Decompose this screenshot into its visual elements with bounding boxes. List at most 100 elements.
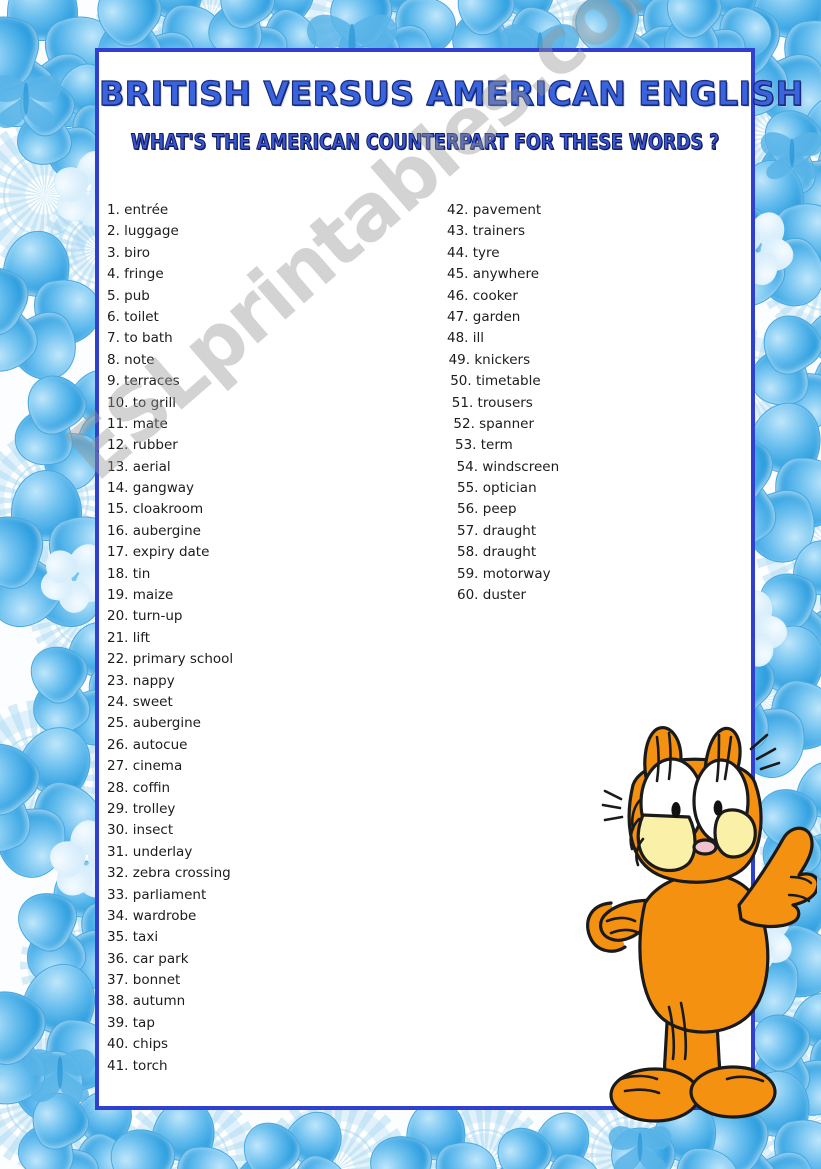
word-entry: 54. windscreen	[456, 458, 560, 475]
word-list-row: 12. rubber	[107, 437, 427, 458]
page-title: BRITISH VERSUS AMERICAN ENGLISH	[98, 73, 804, 113]
answer-blank-line[interactable]	[269, 1026, 421, 1028]
answer-blank-line[interactable]	[599, 534, 749, 536]
word-list-row: 45. anywhere	[437, 266, 749, 287]
word-list-row: 29. trolley	[107, 801, 427, 822]
word-list-row: 7. to bath	[107, 330, 427, 351]
answer-blank-line[interactable]	[599, 235, 749, 237]
answer-blank-line[interactable]	[269, 1048, 421, 1050]
answer-blank-line[interactable]	[269, 919, 421, 921]
answer-blank-line[interactable]	[269, 1112, 421, 1114]
word-list-row: 20. turn-up	[107, 608, 427, 629]
word-list-row	[437, 630, 747, 651]
answer-blank-line[interactable]	[599, 620, 749, 622]
answer-blank-line[interactable]	[269, 256, 421, 258]
answer-blank-line[interactable]	[599, 577, 749, 579]
answer-blank-line[interactable]	[599, 385, 749, 387]
answer-blank-line[interactable]	[269, 385, 421, 387]
answer-blank-line[interactable]	[269, 984, 421, 986]
answer-blank-line[interactable]	[269, 363, 421, 365]
word-list-row: 47. garden	[437, 309, 749, 330]
answer-blank-line[interactable]	[599, 342, 749, 344]
word-entry: 8. note	[107, 351, 155, 368]
answer-blank-line[interactable]	[269, 877, 421, 879]
word-entry: 43. trainers	[447, 223, 526, 240]
word-list-row: 21. lift	[107, 630, 427, 651]
answer-blank-line[interactable]	[269, 791, 421, 793]
word-list-row: 53. term	[437, 437, 749, 458]
answer-blank-line[interactable]	[599, 556, 749, 558]
word-list-row: 41. torch	[107, 1058, 427, 1079]
answer-blank-line[interactable]	[269, 577, 421, 579]
answer-blank-line[interactable]	[269, 427, 421, 429]
word-list-row: 34. wardrobe	[107, 908, 427, 929]
answer-blank-line[interactable]	[599, 449, 749, 451]
answer-blank-line[interactable]	[269, 278, 421, 280]
answer-blank-line[interactable]	[599, 278, 749, 280]
answer-blank-line[interactable]	[599, 470, 749, 472]
answer-blank-line[interactable]	[269, 770, 421, 772]
word-entry: 23. nappy	[107, 672, 175, 689]
answer-blank-line[interactable]	[269, 1005, 421, 1007]
answer-blank-line[interactable]	[599, 256, 749, 258]
word-list-row: 16. aubergine	[107, 523, 427, 544]
answer-blank-line[interactable]	[599, 427, 749, 429]
answer-blank-line[interactable]	[269, 599, 421, 601]
answer-blank-line[interactable]	[599, 513, 749, 515]
word-list-column-one: 1. entrée 2. luggage 3. biro 4. fringe 5. pu…	[107, 202, 427, 1122]
word-list-row: 43. trainers	[437, 223, 749, 244]
answer-blank-line[interactable]	[269, 513, 421, 515]
word-list-row: 26. autocue	[107, 737, 427, 758]
word-entry: 57. draught	[457, 522, 537, 539]
word-entry: 11. mate	[107, 415, 168, 432]
answer-blank-line[interactable]	[269, 235, 421, 237]
word-list-row: 55. optician	[437, 480, 749, 501]
answer-blank-line[interactable]	[269, 406, 421, 408]
answer-blank-line[interactable]	[269, 556, 421, 558]
word-entry: 29. trolley	[107, 800, 176, 817]
word-entry: 50. timetable	[450, 373, 541, 390]
answer-blank-line[interactable]	[269, 748, 421, 750]
answer-blank-line[interactable]	[599, 406, 749, 408]
word-list-row: 19. maize	[107, 587, 427, 608]
answer-blank-line[interactable]	[269, 492, 421, 494]
word-entry: 18. tin	[107, 565, 151, 582]
answer-blank-line[interactable]	[269, 705, 421, 707]
word-entry: 58. draught	[457, 544, 537, 561]
word-list-row: 50. timetable	[437, 373, 749, 394]
answer-blank-line[interactable]	[269, 855, 421, 857]
word-list-row: 27. cinema	[107, 758, 427, 779]
word-list-row: 6. toilet	[107, 309, 427, 330]
answer-blank-line[interactable]	[269, 342, 421, 344]
word-list-row: 44. tyre	[437, 245, 749, 266]
answer-blank-line[interactable]	[599, 599, 749, 601]
answer-blank-line[interactable]	[269, 727, 421, 729]
answer-blank-line[interactable]	[269, 812, 421, 814]
answer-blank-line[interactable]	[269, 834, 421, 836]
answer-blank-line[interactable]	[269, 684, 421, 686]
answer-blank-line[interactable]	[269, 299, 421, 301]
word-entry: 51. trousers	[451, 394, 533, 411]
answer-blank-line[interactable]	[269, 1091, 421, 1093]
answer-blank-line[interactable]	[269, 898, 421, 900]
word-entry: 56. peep	[457, 501, 517, 518]
answer-blank-line[interactable]	[269, 641, 421, 643]
answer-blank-line[interactable]	[269, 620, 421, 622]
word-entry: 24. sweet	[107, 693, 173, 710]
word-entry: 26. autocue	[107, 736, 188, 753]
answer-blank-line[interactable]	[269, 1069, 421, 1071]
word-list-row: 33. parliament	[107, 887, 427, 908]
answer-blank-line[interactable]	[269, 470, 421, 472]
answer-blank-line[interactable]	[269, 941, 421, 943]
answer-blank-line[interactable]	[599, 492, 749, 494]
answer-blank-line[interactable]	[269, 449, 421, 451]
answer-blank-line[interactable]	[599, 299, 749, 301]
answer-blank-line[interactable]	[269, 663, 421, 665]
answer-blank-line[interactable]	[599, 320, 749, 322]
word-entry: 28. coffin	[107, 779, 171, 796]
answer-blank-line[interactable]	[269, 534, 421, 536]
word-entry: 12. rubber	[107, 437, 178, 454]
answer-blank-line[interactable]	[599, 363, 749, 365]
answer-blank-line[interactable]	[269, 962, 421, 964]
answer-blank-line[interactable]	[269, 320, 421, 322]
